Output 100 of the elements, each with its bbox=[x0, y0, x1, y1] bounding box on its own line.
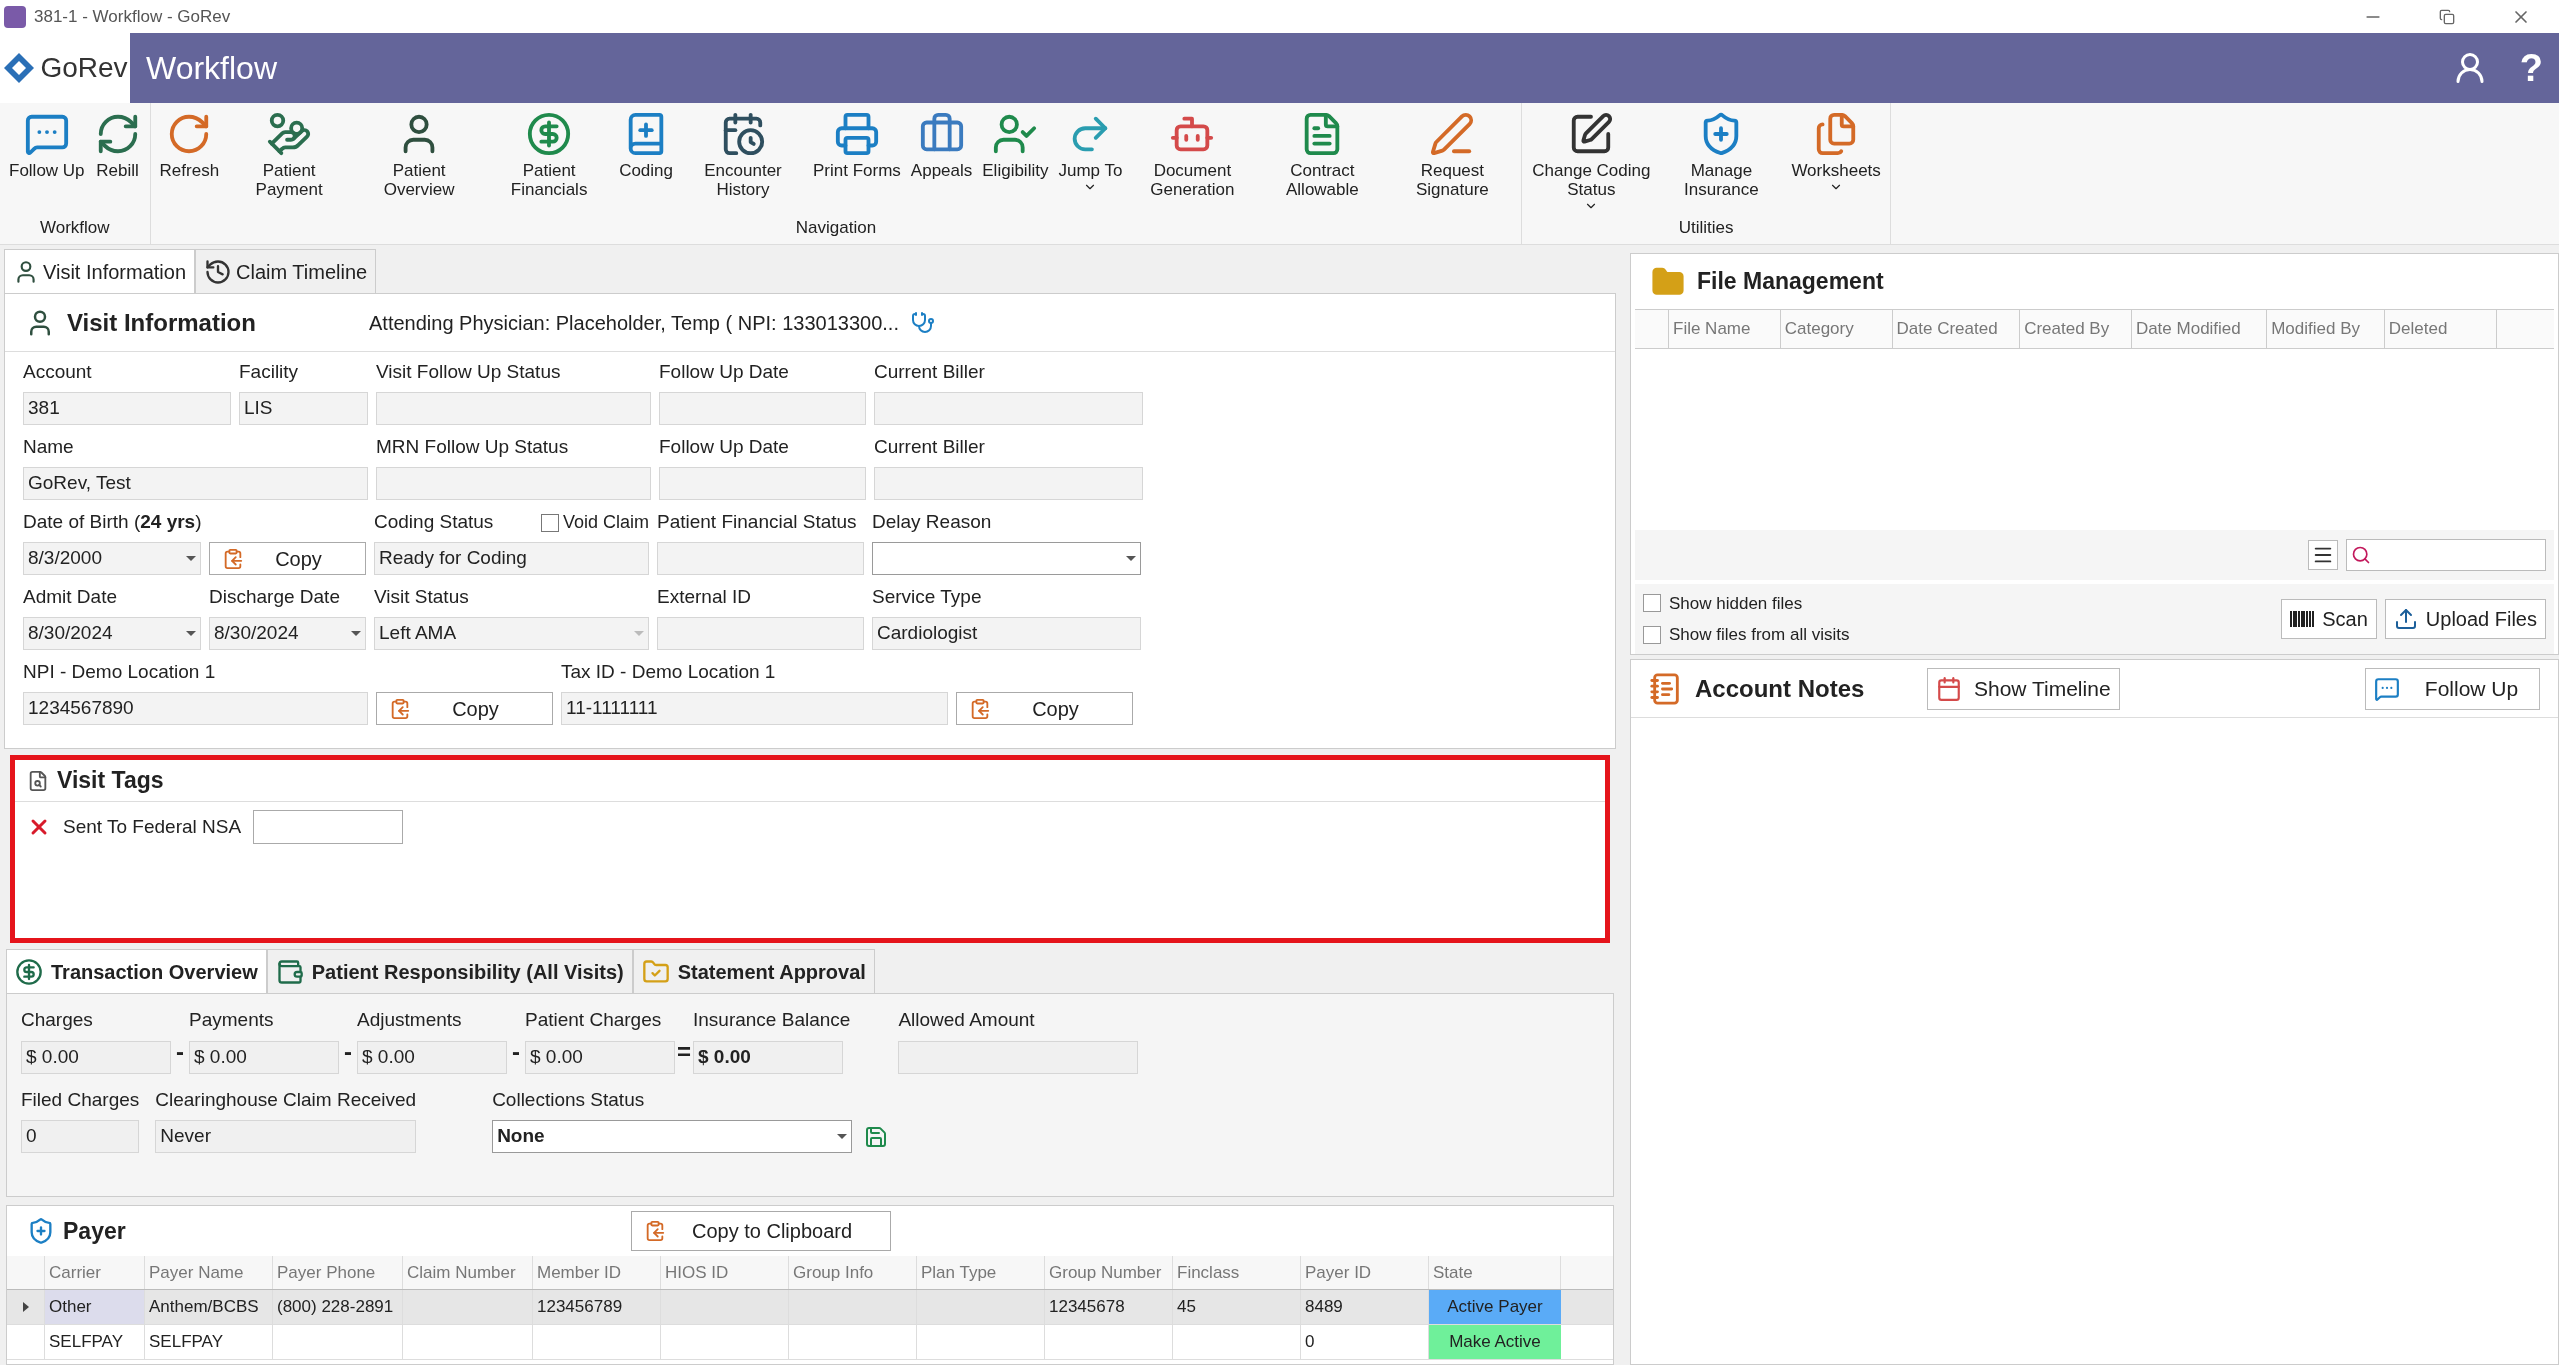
column-header[interactable]: Payer Phone bbox=[273, 1256, 403, 1289]
field-label: Clearinghouse Claim Received bbox=[155, 1087, 417, 1112]
text-field[interactable]: LIS bbox=[239, 392, 368, 425]
toolbar-button[interactable]: Print Forms bbox=[808, 111, 906, 215]
folder-check-icon bbox=[641, 957, 670, 986]
follow-up-button[interactable]: Follow Up bbox=[2365, 667, 2540, 710]
copy-to-clipboard-button[interactable]: Copy to Clipboard bbox=[631, 1211, 891, 1251]
toolbar-button[interactable]: Jump To bbox=[1053, 111, 1128, 215]
tab[interactable]: Claim Timeline bbox=[195, 249, 377, 293]
text-field[interactable] bbox=[874, 467, 1143, 500]
column-header[interactable]: Finclass bbox=[1173, 1256, 1301, 1289]
column-header[interactable]: Deleted bbox=[2384, 310, 2497, 348]
column-header[interactable]: Modified By bbox=[2267, 310, 2385, 348]
copy-button[interactable]: Copy bbox=[956, 692, 1133, 725]
column-header[interactable]: Created By bbox=[2020, 310, 2132, 348]
text-field[interactable]: 381 bbox=[23, 392, 231, 425]
copy-button[interactable]: Copy bbox=[209, 542, 366, 575]
toolbar-button[interactable]: Refresh bbox=[154, 111, 225, 215]
field-label: Patient Financial Status bbox=[657, 509, 857, 534]
scan-button[interactable]: Scan bbox=[2281, 599, 2377, 639]
column-header[interactable]: Claim Number bbox=[403, 1256, 533, 1289]
tab[interactable]: Patient Responsibility (All Visits) bbox=[266, 949, 633, 993]
search-field[interactable] bbox=[2346, 539, 2546, 571]
column-header[interactable]: Member ID bbox=[533, 1256, 661, 1289]
text-field[interactable] bbox=[659, 392, 866, 425]
void-claim-checkbox[interactable]: Void Claim bbox=[540, 509, 649, 536]
column-header[interactable]: State bbox=[1429, 1256, 1561, 1289]
group-label: Navigation bbox=[794, 216, 878, 239]
payer-state-button[interactable]: Active Payer bbox=[1429, 1290, 1561, 1324]
dropdown-arrow-icon bbox=[1126, 556, 1136, 561]
date-picker[interactable]: 8/30/2024 bbox=[209, 617, 366, 650]
toolbar-button[interactable]: Patient Financials bbox=[484, 111, 615, 215]
toolbar-button[interactable]: Coding bbox=[614, 111, 678, 215]
text-field[interactable]: 1234567890 bbox=[23, 692, 368, 725]
field-label: Payments bbox=[189, 1008, 275, 1032]
column-header[interactable]: File Name bbox=[1669, 310, 1781, 348]
clock-icon bbox=[204, 257, 233, 286]
field-label: Discharge Date bbox=[209, 584, 340, 609]
collections-dropdown[interactable]: None bbox=[492, 1120, 853, 1153]
group-label: Workflow bbox=[39, 216, 111, 239]
column-header[interactable]: Payer ID bbox=[1301, 1256, 1429, 1289]
app-icon bbox=[4, 5, 26, 28]
payer-state-button[interactable]: Make Active bbox=[1429, 1325, 1561, 1359]
text-field[interactable]: Ready for Coding bbox=[374, 542, 649, 575]
column-header[interactable]: Group Number bbox=[1045, 1256, 1173, 1289]
toolbar-button[interactable]: Change Coding Status bbox=[1526, 111, 1657, 215]
upload-files-button[interactable]: Upload Files bbox=[2384, 599, 2546, 639]
section-title: Payer bbox=[63, 1216, 127, 1246]
text-field[interactable] bbox=[659, 467, 866, 500]
dropdown[interactable] bbox=[872, 542, 1141, 575]
column-header[interactable]: Date Modified bbox=[2131, 310, 2268, 348]
toolbar-button[interactable]: Patient Payment bbox=[224, 111, 355, 215]
help-button[interactable]: ? bbox=[2519, 39, 2543, 97]
field-label: Date of Birth (24 yrs) bbox=[23, 509, 202, 534]
column-header[interactable]: Group Info bbox=[789, 1256, 917, 1289]
menu-icon[interactable] bbox=[2308, 540, 2338, 570]
text-field[interactable]: 11-1111111 bbox=[561, 692, 948, 725]
toolbar-button[interactable]: Worksheets bbox=[1786, 111, 1886, 215]
text-field[interactable] bbox=[376, 392, 651, 425]
column-header[interactable]: Date Created bbox=[1892, 310, 2021, 348]
toolbar-button[interactable]: Rebill bbox=[89, 111, 146, 215]
date-picker[interactable]: 8/30/2024 bbox=[23, 617, 201, 650]
amount-field: $ 0.00 bbox=[189, 1040, 339, 1074]
toolbar-button[interactable]: Follow Up bbox=[4, 111, 90, 215]
text-field[interactable] bbox=[657, 542, 864, 575]
tab[interactable]: Transaction Overview bbox=[6, 949, 267, 993]
table-row[interactable]: Other Anthem/BCBS (800) 228-2891 123456789 12345678 45 8489 Active Payer bbox=[7, 1290, 1613, 1325]
text-field[interactable]: Cardiologist bbox=[872, 617, 1141, 650]
save-icon[interactable] bbox=[864, 1124, 889, 1149]
tab[interactable]: Statement Approval bbox=[632, 949, 875, 993]
field-label: Collections Status bbox=[492, 1087, 646, 1112]
option-checkbox[interactable]: Show files from all visits bbox=[1643, 622, 2274, 648]
copy-button[interactable]: Copy bbox=[376, 692, 553, 725]
text-field[interactable]: GoRev, Test bbox=[23, 467, 368, 500]
column-header[interactable]: Plan Type bbox=[917, 1256, 1045, 1289]
tab[interactable]: Visit Information bbox=[4, 249, 196, 293]
column-header[interactable]: Category bbox=[1780, 310, 1893, 348]
toolbar-button[interactable]: Appeals bbox=[905, 111, 978, 215]
tag-value-field[interactable] bbox=[253, 810, 404, 844]
text-field[interactable] bbox=[376, 467, 651, 500]
text-field[interactable] bbox=[657, 617, 864, 650]
column-header[interactable]: Carrier bbox=[45, 1256, 145, 1289]
toolbar-button[interactable]: Document Generation bbox=[1127, 111, 1258, 215]
toolbar-button[interactable]: Contract Allowable bbox=[1257, 111, 1388, 215]
restore-icon[interactable] bbox=[2439, 8, 2455, 25]
toolbar-button[interactable]: Patient Overview bbox=[354, 111, 485, 215]
toolbar-button[interactable]: Encounter History bbox=[678, 111, 808, 215]
column-header[interactable]: HIOS ID bbox=[661, 1256, 789, 1289]
field-label: Follow Up Date bbox=[659, 359, 789, 384]
date-picker[interactable]: 8/3/2000 bbox=[23, 542, 201, 575]
table-row[interactable]: SELFPAY SELFPAY 0 Make Active bbox=[7, 1325, 1613, 1360]
show-timeline-button[interactable]: Show Timeline bbox=[1927, 667, 2120, 710]
column-header[interactable]: Payer Name bbox=[145, 1256, 273, 1289]
text-field[interactable] bbox=[874, 392, 1143, 425]
toolbar-button[interactable]: Request Signature bbox=[1387, 111, 1518, 215]
option-checkbox[interactable]: Show hidden files bbox=[1643, 590, 2274, 616]
toolbar-button[interactable]: Manage Insurance bbox=[1656, 111, 1787, 215]
attending-physician: Attending Physician: Placeholder, Temp ( NPI: 133013300... bbox=[369, 310, 899, 336]
toolbar-button[interactable]: Eligibility bbox=[977, 111, 1054, 215]
doctor-icon[interactable] bbox=[910, 310, 935, 335]
